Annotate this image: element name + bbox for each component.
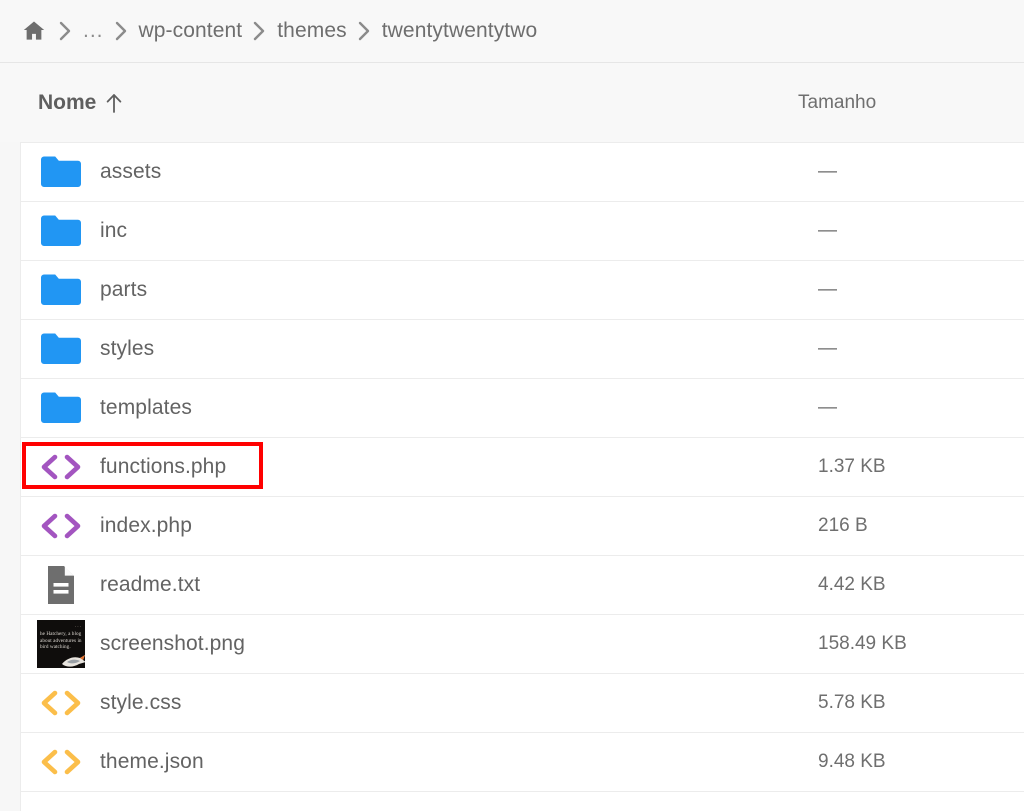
- file-name: styles: [100, 337, 154, 361]
- home-icon[interactable]: [20, 17, 48, 45]
- file-name: style.css: [100, 691, 181, 715]
- column-header: Nome Tamanho: [0, 63, 1024, 142]
- file-size: —: [817, 220, 1024, 242]
- table-row[interactable]: assets —: [21, 143, 1024, 202]
- code-file-icon: [39, 748, 83, 776]
- arrow-up-icon: [105, 92, 123, 114]
- table-row[interactable]: index.php 216 B: [21, 497, 1024, 556]
- folder-icon: [22, 389, 100, 427]
- image-thumbnail: ...he Hatchery, a blog about adventures …: [37, 620, 85, 668]
- code-file-icon: [22, 748, 100, 776]
- file-size: 158.49 KB: [817, 633, 1024, 655]
- folder-icon: [22, 330, 100, 368]
- file-size: 5.78 KB: [817, 692, 1024, 714]
- table-row[interactable]: styles —: [21, 320, 1024, 379]
- file-name: index.php: [100, 514, 192, 538]
- table-row[interactable]: functions.php 1.37 KB: [21, 438, 1024, 497]
- folder-icon: [22, 271, 100, 309]
- breadcrumb-item-twentytwentytwo[interactable]: twentytwentytwo: [382, 19, 538, 43]
- text-file-icon: [22, 563, 100, 607]
- folder-icon: [38, 153, 84, 191]
- file-size: —: [817, 161, 1024, 183]
- file-size: 9.48 KB: [817, 751, 1024, 773]
- chevron-right-icon: [59, 21, 72, 41]
- folder-icon: [38, 330, 84, 368]
- breadcrumb-item-wp-content[interactable]: wp-content: [139, 19, 243, 43]
- file-name: parts: [100, 278, 147, 302]
- file-size: 4.42 KB: [817, 574, 1024, 596]
- file-size: 216 B: [817, 515, 1024, 537]
- file-size: —: [817, 279, 1024, 301]
- column-header-size[interactable]: Tamanho: [796, 92, 1004, 114]
- breadcrumb-item-themes[interactable]: themes: [277, 19, 346, 43]
- table-row[interactable]: inc —: [21, 202, 1024, 261]
- code-file-icon: [39, 512, 83, 540]
- file-name: theme.json: [100, 750, 204, 774]
- file-size: 1.37 KB: [817, 456, 1024, 478]
- code-file-icon: [39, 453, 83, 481]
- code-file-icon: [22, 689, 100, 717]
- text-file-icon: [42, 563, 80, 607]
- file-size: —: [817, 338, 1024, 360]
- table-row[interactable]: parts —: [21, 261, 1024, 320]
- code-file-icon: [22, 512, 100, 540]
- code-file-icon: [39, 689, 83, 717]
- table-row[interactable]: ...he Hatchery, a blog about adventures …: [21, 615, 1024, 674]
- code-file-icon: [22, 453, 100, 481]
- column-header-name[interactable]: Nome: [38, 91, 123, 115]
- file-name: screenshot.png: [100, 632, 245, 656]
- file-name: assets: [100, 160, 161, 184]
- chevron-right-icon: [358, 21, 371, 41]
- file-list: assets — inc — parts — styles — templates — functi…: [20, 142, 1024, 811]
- breadcrumb: ... wp-content themes twentytwentytwo: [0, 0, 1024, 63]
- file-name: readme.txt: [100, 573, 200, 597]
- table-row[interactable]: style.css 5.78 KB: [21, 674, 1024, 733]
- file-name: templates: [100, 396, 192, 420]
- table-row[interactable]: templates —: [21, 379, 1024, 438]
- chevron-right-icon: [115, 21, 128, 41]
- folder-icon: [38, 212, 84, 250]
- folder-icon: [22, 212, 100, 250]
- folder-icon: [38, 389, 84, 427]
- file-name: functions.php: [100, 455, 226, 479]
- column-header-name-label: Nome: [38, 91, 96, 115]
- folder-icon: [22, 153, 100, 191]
- table-row[interactable]: theme.json 9.48 KB: [21, 733, 1024, 792]
- folder-icon: [38, 271, 84, 309]
- breadcrumb-ellipsis[interactable]: ...: [83, 19, 104, 43]
- file-size: —: [817, 397, 1024, 419]
- chevron-right-icon: [253, 21, 266, 41]
- file-name: inc: [100, 219, 127, 243]
- image-thumbnail: ...he Hatchery, a blog about adventures …: [22, 620, 100, 668]
- table-row[interactable]: readme.txt 4.42 KB: [21, 556, 1024, 615]
